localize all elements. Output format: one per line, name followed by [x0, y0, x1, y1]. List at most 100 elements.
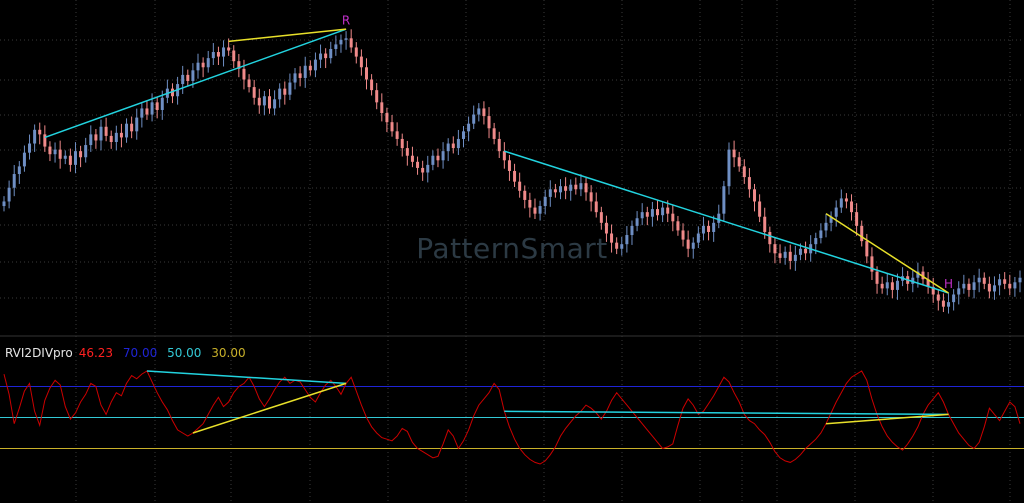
candle-body — [559, 186, 563, 193]
candle-body — [763, 216, 767, 232]
candle-body — [416, 161, 420, 168]
candle-body — [89, 134, 93, 146]
candle-body — [952, 294, 956, 303]
trendline — [825, 413, 949, 425]
candle-body — [58, 149, 62, 159]
candle-body — [206, 58, 210, 68]
candle-body — [293, 73, 297, 83]
candle-body — [334, 44, 338, 49]
candle-body — [676, 221, 680, 231]
candle-body — [584, 183, 588, 193]
candle-body — [548, 189, 552, 197]
candle-body — [1003, 279, 1007, 284]
candle-body — [742, 166, 746, 178]
candle-body — [538, 206, 542, 214]
candle-body — [344, 38, 348, 40]
candle-body — [972, 282, 976, 290]
candle-body — [288, 82, 292, 95]
candle-body — [73, 151, 77, 165]
candle-body — [635, 218, 639, 226]
candle-body — [1018, 277, 1022, 283]
candle-body — [252, 87, 256, 98]
trendline — [504, 410, 949, 416]
candle-body — [181, 74, 185, 85]
pattern-marker-label: H — [944, 277, 953, 291]
candle-body — [758, 201, 762, 217]
candle-body — [502, 151, 506, 161]
candle-body — [125, 123, 129, 138]
candle-body — [262, 96, 266, 106]
candle-body — [640, 212, 644, 219]
candle-body — [957, 288, 961, 295]
candle-body — [574, 184, 578, 190]
candle-body — [513, 170, 517, 182]
watermark-text: PatternSmart — [416, 232, 608, 265]
candle-body — [461, 131, 465, 139]
candle-body — [855, 212, 859, 226]
candle-body — [564, 186, 568, 191]
candle-body — [114, 132, 118, 142]
candle-body — [977, 277, 981, 283]
price-candles — [2, 29, 1022, 314]
candle-body — [400, 138, 404, 149]
candle-body — [727, 149, 731, 187]
candle-body — [319, 53, 323, 60]
candle-body — [671, 213, 675, 222]
candle-body — [441, 151, 445, 161]
candle-body — [850, 201, 854, 213]
candle-body — [186, 74, 190, 81]
candle-body — [890, 282, 894, 290]
candle-body — [232, 50, 236, 62]
candle-body — [48, 146, 52, 155]
candle-body — [1013, 282, 1017, 289]
candle-body — [12, 174, 16, 188]
trendline — [504, 150, 949, 294]
candle-body — [875, 271, 879, 284]
candle-body — [68, 155, 72, 165]
candle-body — [885, 282, 889, 289]
candle-body — [227, 47, 231, 51]
candle-body — [53, 149, 57, 155]
candle-body — [130, 123, 134, 132]
candle-body — [17, 166, 21, 175]
candle-body — [482, 108, 486, 117]
candle-body — [543, 196, 547, 207]
candle-body — [201, 62, 205, 68]
candle-body — [155, 102, 159, 110]
candle-body — [33, 129, 37, 144]
candle-body — [732, 149, 736, 158]
candle-body — [354, 47, 358, 57]
candle-body — [523, 190, 527, 200]
trendline — [44, 28, 347, 139]
indicator-levels — [0, 386, 1024, 449]
candle-body — [339, 39, 343, 45]
candle-body — [2, 201, 6, 207]
candle-body — [451, 143, 455, 149]
candle-body — [145, 108, 149, 115]
candle-body — [589, 192, 593, 202]
candle-body — [63, 155, 67, 159]
candle-body — [385, 113, 389, 123]
level-low-label: 30.00 — [211, 346, 246, 360]
candle-body — [936, 294, 940, 301]
candle-body — [569, 184, 573, 191]
candle-body — [104, 126, 108, 136]
candle-body — [421, 167, 425, 173]
candle-body — [467, 123, 471, 132]
candle-body — [666, 207, 670, 214]
candle-body — [477, 108, 481, 115]
candle-body — [834, 207, 838, 217]
candle-body — [150, 102, 154, 115]
candle-body — [436, 155, 440, 161]
candle-body — [298, 73, 302, 78]
candle-body — [390, 122, 394, 132]
trendline — [146, 370, 347, 385]
candle-body — [273, 99, 277, 109]
candle-body — [191, 70, 195, 81]
candle-body — [962, 283, 966, 289]
candle-body — [196, 62, 200, 71]
candle-body — [216, 52, 220, 57]
candle-body — [94, 134, 98, 141]
candle-body — [824, 222, 828, 231]
candle-body — [7, 187, 11, 202]
